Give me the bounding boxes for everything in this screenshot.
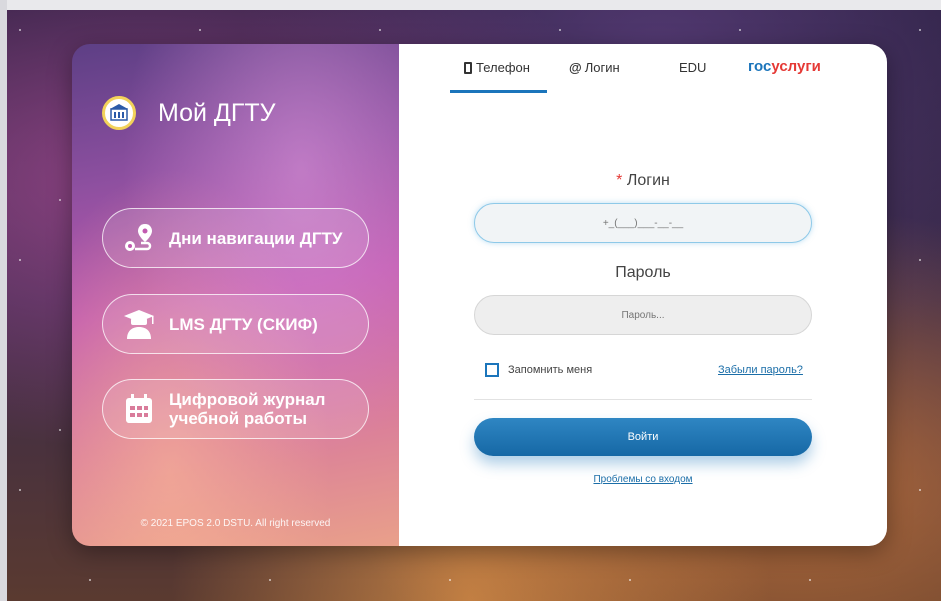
tab-edu-label: EDU — [679, 60, 707, 75]
login-field-label: * Логин — [399, 172, 887, 190]
calendar-icon — [121, 391, 157, 427]
digital-journal-label: Цифровой журнал учебной работы — [169, 390, 326, 428]
phone-input[interactable] — [474, 203, 812, 243]
checkbox-box[interactable] — [485, 363, 499, 377]
digital-journal-label-line2: учебной работы — [169, 409, 308, 428]
app-title: Мой ДГТУ — [158, 98, 276, 127]
lms-label: LMS ДГТУ (СКИФ) — [169, 314, 318, 334]
login-card: Мой ДГТУ Дни навигации ДГТУ LMS ДГТУ (СК… — [72, 44, 887, 546]
navigation-days-label: Дни навигации ДГТУ — [169, 228, 343, 248]
tab-login[interactable]: @ Логин — [569, 60, 620, 75]
student-icon — [121, 306, 157, 342]
tab-edu[interactable]: EDU — [679, 60, 706, 75]
gosuslugi-logo-part1: гос — [748, 58, 772, 75]
tab-gosuslugi[interactable]: гос услуги — [748, 58, 821, 75]
copyright-text: © 2021 EPOS 2.0 DSTU. All right reserved — [140, 518, 331, 529]
login-method-tabs: Телефон @ Логин EDU гос услуги — [399, 44, 887, 94]
brand-header: Мой ДГТУ — [102, 96, 276, 130]
login-form-panel: Телефон @ Логин EDU госуслуги * Логин Па… — [399, 44, 887, 546]
window-top-strip — [0, 0, 941, 10]
navigation-days-button[interactable]: Дни навигации ДГТУ — [102, 208, 369, 268]
university-logo-icon — [102, 96, 136, 130]
login-button[interactable]: Войти — [474, 418, 812, 456]
tab-phone[interactable]: Телефон — [464, 60, 530, 75]
window-left-strip — [0, 0, 7, 601]
tab-login-label: Логин — [584, 60, 620, 75]
digital-journal-button[interactable]: Цифровой журнал учебной работы — [102, 379, 369, 439]
gosuslugi-logo-part2: услуги — [771, 58, 821, 75]
branding-panel: Мой ДГТУ Дни навигации ДГТУ LMS ДГТУ (СК… — [72, 44, 399, 546]
login-label-text: Логин — [626, 172, 670, 189]
active-tab-indicator — [450, 90, 547, 93]
password-field-label: Пароль — [615, 264, 671, 281]
lms-button[interactable]: LMS ДГТУ (СКИФ) — [102, 294, 369, 354]
remember-me-label: Запомнить меня — [508, 364, 593, 376]
form-divider — [474, 399, 812, 400]
required-mark: * — [616, 172, 623, 189]
route-icon — [121, 220, 157, 256]
forgot-password-link[interactable]: Забыли пароль? — [718, 364, 803, 376]
digital-journal-label-line1: Цифровой журнал — [169, 390, 326, 409]
password-input[interactable] — [474, 295, 812, 335]
remember-me-checkbox[interactable]: Запомнить меня — [485, 363, 592, 377]
at-sign-icon: @ — [569, 60, 582, 75]
login-problems-link[interactable]: Проблемы со входом — [399, 474, 887, 485]
phone-icon — [464, 61, 472, 74]
tab-phone-label: Телефон — [476, 60, 530, 75]
